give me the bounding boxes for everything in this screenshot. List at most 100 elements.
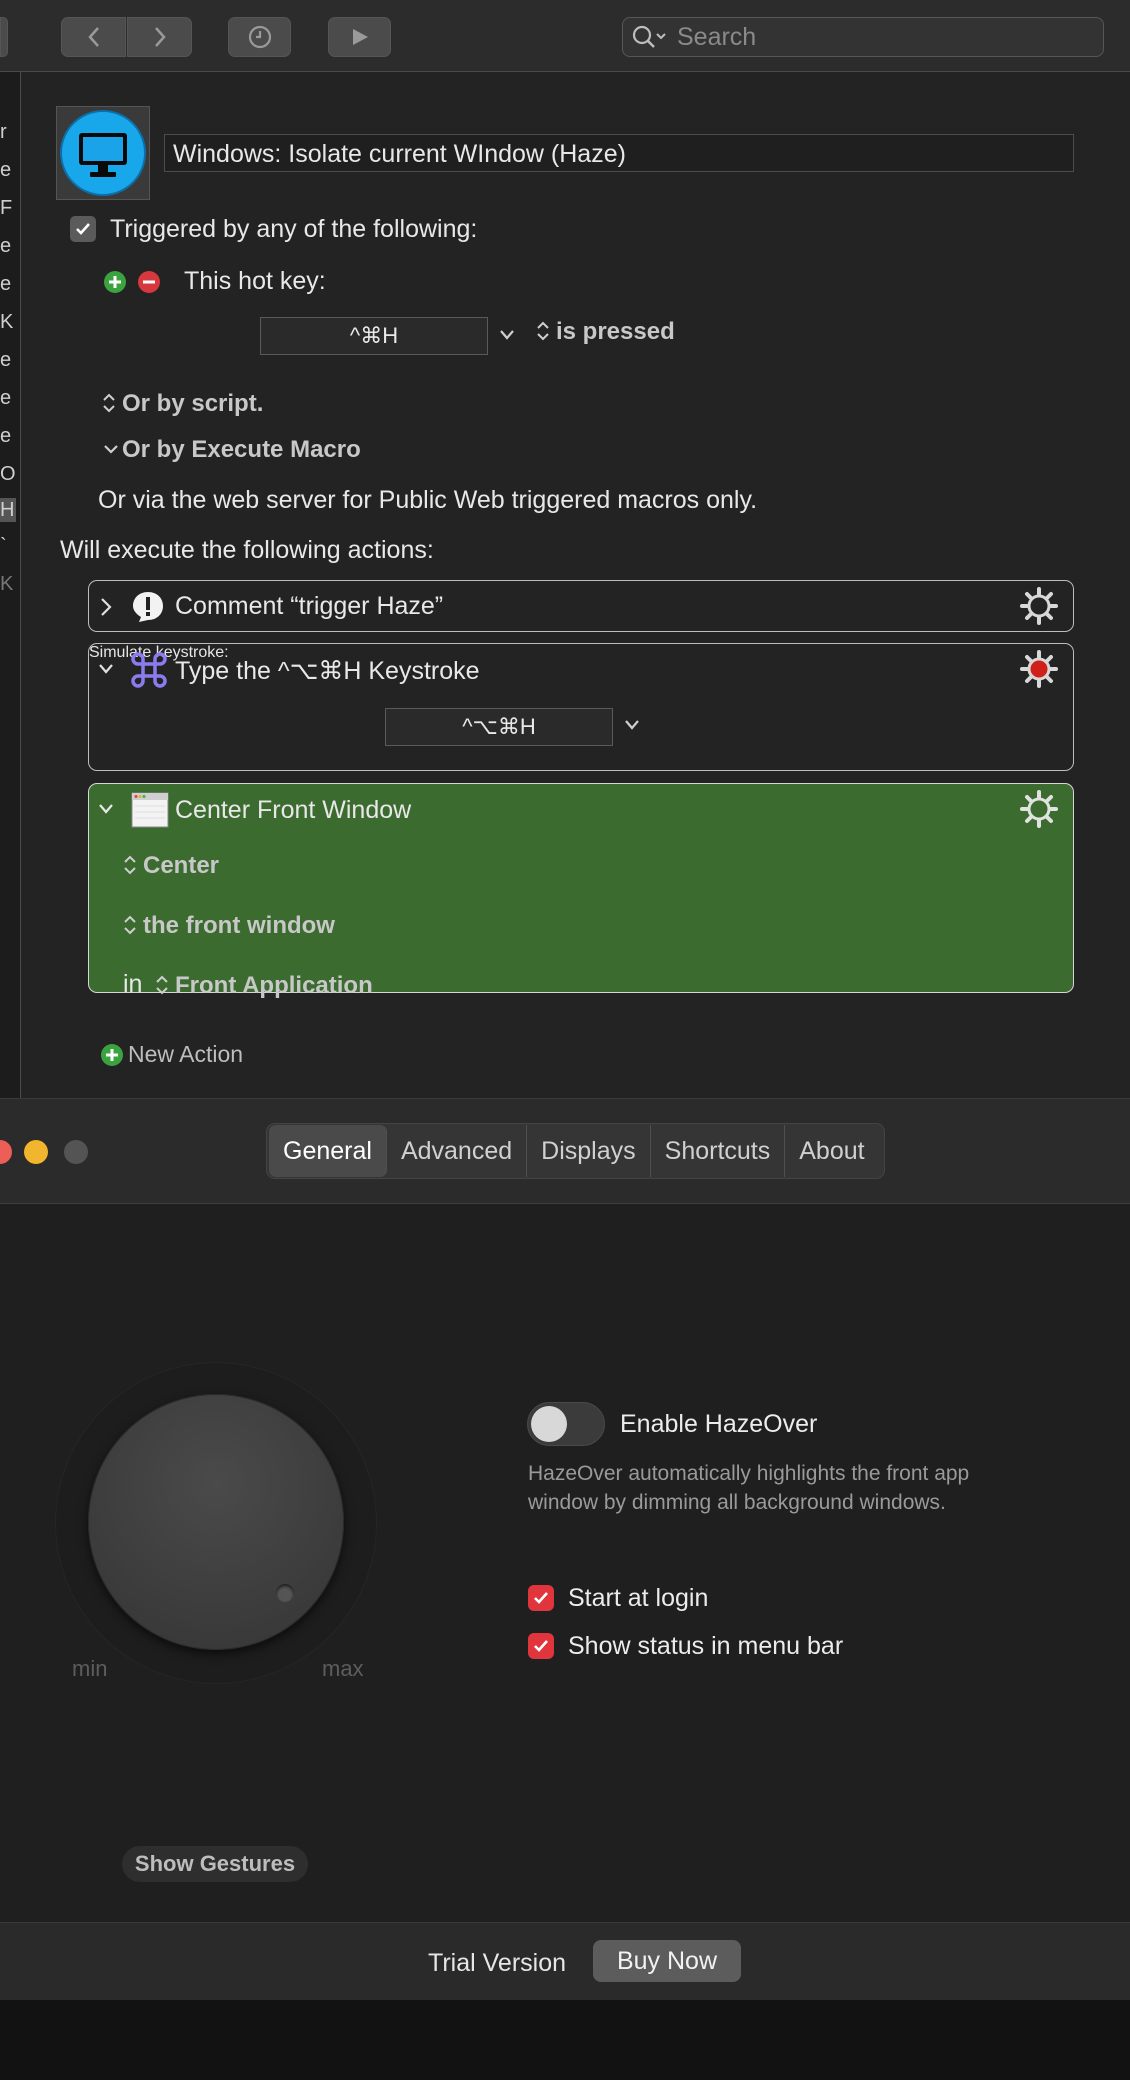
or-by-execute-macro-disclosure[interactable]: Or by Execute Macro <box>102 436 361 464</box>
toggle-thumb <box>531 1406 567 1442</box>
tab-advanced[interactable]: Advanced <box>387 1125 528 1177</box>
preferences-tabs: General Advanced Displays Shortcuts Abou… <box>266 1123 885 1179</box>
list-item[interactable]: e <box>0 272 16 296</box>
hotkey-label: This hot key: <box>184 267 326 295</box>
chevron-left-icon <box>87 27 99 47</box>
list-item[interactable]: K <box>0 572 16 596</box>
gear-icon[interactable] <box>1019 649 1059 689</box>
minimize-window-button[interactable] <box>24 1140 48 1164</box>
triggered-label: Triggered by any of the following: <box>110 215 478 243</box>
will-execute-label: Will execute the following actions: <box>60 536 434 564</box>
or-by-execute-macro-label: Or by Execute Macro <box>122 436 361 463</box>
hotkey-field[interactable]: ^⌘H <box>260 317 488 355</box>
dimming-knob[interactable] <box>88 1394 344 1650</box>
checkmark-icon <box>76 223 90 235</box>
tab-displays[interactable]: Displays <box>527 1125 651 1177</box>
macro-name-field[interactable]: Windows: Isolate current WIndow (Haze) <box>164 134 1074 172</box>
list-item[interactable]: e <box>0 348 16 372</box>
or-by-script-popup[interactable]: Or by script. <box>102 390 263 418</box>
enable-hazeover-toggle[interactable] <box>527 1402 605 1446</box>
run-button[interactable] <box>328 17 391 57</box>
action-type-keystroke[interactable]: Type the ^⌥⌘H Keystroke Simulate keystro… <box>88 643 1074 771</box>
updown-arrows-icon <box>124 915 136 935</box>
gear-icon[interactable] <box>1019 789 1059 829</box>
enable-hazeover-label: Enable HazeOver <box>620 1410 818 1438</box>
trial-version-label: Trial Version <box>428 1949 567 1977</box>
command-key-icon <box>131 652 167 688</box>
window-option: the front window <box>143 912 335 939</box>
background-strip <box>0 2000 1130 2080</box>
window-option-popup[interactable]: the front window <box>123 912 335 940</box>
remove-trigger-icon[interactable] <box>137 270 161 294</box>
forward-button[interactable] <box>127 17 192 57</box>
list-item[interactable]: e <box>0 386 16 410</box>
toolbar <box>0 0 1130 72</box>
description-line-1: HazeOver automatically highlights the fr… <box>528 1462 970 1485</box>
triggered-checkbox[interactable] <box>70 216 96 242</box>
action-comment[interactable]: Comment “trigger Haze” <box>88 580 1074 632</box>
zoom-window-button[interactable] <box>64 1140 88 1164</box>
search-input[interactable] <box>675 21 1079 53</box>
tab-general[interactable]: General <box>269 1125 387 1177</box>
knob-max-label: max <box>322 1656 364 1681</box>
application-option: Front Application <box>175 972 373 999</box>
list-item[interactable]: ` <box>0 534 16 558</box>
updown-arrows-icon <box>124 855 136 875</box>
action-title: Comment “trigger Haze” <box>175 592 444 620</box>
list-item[interactable]: e <box>0 424 16 448</box>
list-item[interactable]: r <box>0 120 16 144</box>
chevron-down-icon <box>104 445 118 454</box>
list-item[interactable]: e <box>0 158 16 182</box>
close-window-button[interactable] <box>0 1140 12 1164</box>
title-bar: General Advanced Displays Shortcuts Abou… <box>0 1098 1130 1204</box>
center-option-popup[interactable]: Center <box>123 852 219 880</box>
chevron-down-icon[interactable] <box>623 718 641 732</box>
chevron-down-icon[interactable] <box>97 662 115 676</box>
tab-about[interactable]: About <box>785 1125 878 1177</box>
search-icon <box>632 25 666 48</box>
or-by-script-label: Or by script. <box>122 390 264 417</box>
action-title: Type the ^⌥⌘H Keystroke <box>175 657 480 685</box>
show-status-checkbox[interactable] <box>528 1633 554 1659</box>
new-action-button[interactable]: New Action <box>100 1041 243 1068</box>
monitor-icon <box>60 110 146 196</box>
gear-icon[interactable] <box>1019 586 1059 626</box>
chevron-down-icon[interactable] <box>498 328 516 342</box>
keystroke-field[interactable]: ^⌥⌘H <box>385 708 613 746</box>
updown-arrows-icon <box>103 393 115 413</box>
search-field[interactable] <box>622 17 1104 57</box>
list-item[interactable]: F <box>0 196 16 220</box>
updown-arrows-icon <box>537 321 549 341</box>
comment-icon <box>133 592 163 622</box>
back-button[interactable] <box>61 17 126 57</box>
macro-editor: Windows: Isolate current WIndow (Haze) T… <box>22 72 1130 1098</box>
list-item-selected[interactable]: H <box>0 498 16 522</box>
add-icon <box>101 1043 123 1066</box>
list-item[interactable]: K <box>0 310 16 334</box>
tab-shortcuts[interactable]: Shortcuts <box>651 1125 786 1177</box>
center-option: Center <box>143 852 220 879</box>
list-item[interactable]: e <box>0 234 16 258</box>
show-gestures-button[interactable]: Show Gestures <box>122 1846 308 1882</box>
window-icon <box>131 792 169 828</box>
macro-icon-well[interactable] <box>56 106 150 200</box>
buy-now-button[interactable]: Buy Now <box>593 1940 741 1982</box>
application-option-popup[interactable]: Front Application <box>155 972 373 1000</box>
action-title: Center Front Window <box>175 796 412 824</box>
hotkey-state-popup[interactable]: is pressed <box>536 318 675 346</box>
list-item[interactable]: O <box>0 462 16 486</box>
chevron-right-icon[interactable] <box>99 597 113 617</box>
keyboard-maestro-window: r e F e e K e e e O H ` K Windows: Isola… <box>0 0 1130 1098</box>
start-at-login-label: Start at login <box>568 1584 709 1612</box>
hotkey-state: is pressed <box>556 318 675 345</box>
add-trigger-icon[interactable] <box>103 270 127 294</box>
partial-toolbar-button <box>0 17 8 57</box>
new-action-label: New Action <box>128 1041 244 1067</box>
chevron-down-icon[interactable] <box>97 802 115 816</box>
checkmark-icon <box>534 1592 548 1604</box>
history-button[interactable] <box>228 17 291 57</box>
start-at-login-checkbox[interactable] <box>528 1585 554 1611</box>
updown-arrows-icon <box>156 975 168 995</box>
action-center-front-window[interactable]: Center Front Window Center the front win… <box>88 783 1074 999</box>
macro-list-edge: r e F e e K e e e O H ` K <box>0 72 21 1098</box>
